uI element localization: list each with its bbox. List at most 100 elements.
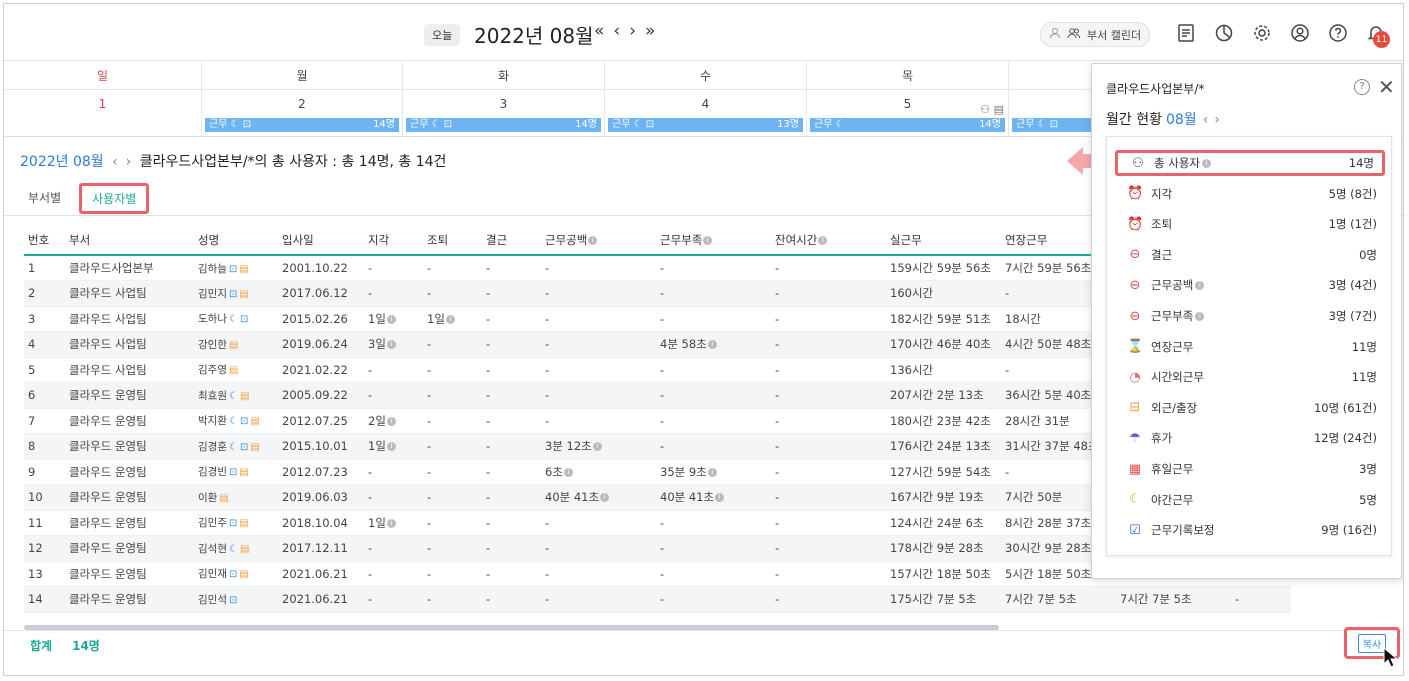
first-month-button[interactable]: « bbox=[594, 21, 613, 41]
table-cell: 1 bbox=[24, 255, 65, 281]
table-cell: - bbox=[771, 280, 886, 307]
col-header[interactable]: 결근 bbox=[482, 225, 541, 256]
help-icon[interactable] bbox=[1326, 21, 1350, 45]
col-header[interactable]: 부서 bbox=[65, 225, 194, 256]
work-bar[interactable]: 근무 ☾ 14명 bbox=[810, 118, 1005, 132]
cell-value: 1일 bbox=[368, 311, 386, 326]
info-icon[interactable]: i bbox=[386, 314, 396, 324]
status-item[interactable]: ⊖ 근무부족 i 3명 (7건) bbox=[1115, 303, 1385, 329]
col-header[interactable]: 번호 bbox=[24, 225, 65, 256]
table-cell: - bbox=[1231, 586, 1291, 613]
month-chevron-icons[interactable]: ‹› bbox=[1203, 112, 1226, 128]
info-icon[interactable]: i bbox=[707, 340, 717, 350]
next-chevron-icon[interactable]: › bbox=[126, 154, 132, 170]
tab-by-department[interactable]: 부서별 bbox=[20, 183, 69, 214]
pie-chart-icon[interactable] bbox=[1212, 21, 1236, 45]
col-header[interactable]: 근무공백 i bbox=[541, 225, 656, 256]
profile-icon[interactable] bbox=[1288, 21, 1312, 45]
cell-value: 클라우드 운영팀 bbox=[69, 388, 147, 403]
calendar-day[interactable]: 일 1 bbox=[4, 62, 202, 136]
info-icon[interactable]: i bbox=[592, 442, 602, 452]
status-item[interactable]: ⊖ 근무공백 i 3명 (4건) bbox=[1115, 272, 1385, 298]
calendar-day[interactable]: 목 5 ⚇ ▤ 근무 ☾ 14명 bbox=[807, 62, 1009, 136]
document-list-icon[interactable] bbox=[1174, 21, 1198, 45]
table-row[interactable]: 14 클라우드 운영팀 김민석 ⊡ 2021.06.21 - - - - - - 175시간 7분 5… bbox=[24, 586, 1291, 613]
close-icon[interactable]: ✕ bbox=[1378, 75, 1395, 99]
cell-value: 5시간 18분 50초 bbox=[1005, 566, 1092, 581]
info-icon[interactable]: i bbox=[588, 235, 598, 245]
gear-icon[interactable] bbox=[1250, 21, 1274, 45]
cell-value: - bbox=[545, 261, 550, 275]
status-item-label-group: ▦ 휴일근무 bbox=[1127, 461, 1193, 477]
work-bar[interactable]: 근무 ☾ ⊡ 13명 bbox=[608, 118, 803, 132]
status-item[interactable]: ▦ 휴일근무 3명 bbox=[1115, 456, 1385, 482]
table-cell: - bbox=[482, 433, 541, 460]
col-header[interactable]: 잔여시간 i bbox=[771, 225, 886, 256]
cell-value: 18시간 bbox=[1005, 311, 1041, 326]
status-item[interactable]: ⊖ 결근 0명 bbox=[1115, 242, 1385, 268]
table-cell: 167시간 9분 19초 bbox=[886, 484, 1001, 511]
status-item[interactable]: ☾ 야간근무 5명 bbox=[1115, 487, 1385, 513]
today-button[interactable]: 오늘 bbox=[424, 24, 461, 46]
cell-value: - bbox=[775, 311, 780, 326]
info-icon[interactable]: i bbox=[386, 416, 396, 426]
table-cell: - bbox=[541, 510, 656, 536]
info-icon[interactable]: i bbox=[386, 518, 396, 528]
status-item[interactable]: ⌛ 연장근무 11명 bbox=[1115, 334, 1385, 360]
info-icon[interactable]: i bbox=[703, 235, 713, 245]
cell-value: 김민주 bbox=[198, 517, 227, 530]
info-icon[interactable]: i bbox=[563, 467, 573, 477]
info-icon[interactable]: i bbox=[386, 442, 396, 452]
status-item[interactable]: ⏰ 지각 5명 (8건) bbox=[1115, 181, 1385, 207]
help-icon[interactable]: ? bbox=[1354, 79, 1370, 95]
cell-value: 김민지 bbox=[198, 287, 227, 300]
col-header[interactable]: 근무부족 i bbox=[656, 225, 771, 256]
table-cell: - bbox=[482, 331, 541, 358]
weekday-label: 월 bbox=[202, 62, 402, 90]
info-icon[interactable]: i bbox=[707, 467, 717, 477]
col-header[interactable]: 실근무 bbox=[886, 225, 1001, 256]
cell-value: - bbox=[1005, 286, 1010, 301]
prev-chevron-icon[interactable]: ‹ bbox=[112, 154, 118, 170]
info-icon[interactable]: i bbox=[1201, 158, 1211, 168]
status-item[interactable]: ☂ 휴가 12명 (24건) bbox=[1115, 425, 1385, 451]
info-icon[interactable]: i bbox=[818, 235, 828, 245]
cell-value: 2001.10.22 bbox=[282, 261, 348, 275]
table-cell: 3 bbox=[24, 306, 65, 332]
status-item[interactable]: ☑ 근무기록보정 9명 (16건) bbox=[1115, 517, 1385, 543]
info-icon[interactable]: i bbox=[1195, 311, 1205, 321]
cell-value: 167시간 9분 19초 bbox=[890, 490, 984, 505]
info-icon[interactable]: i bbox=[715, 493, 725, 503]
work-bar[interactable]: 근무 ☾ ⊡ 14명 bbox=[205, 118, 399, 132]
prev-month-button[interactable]: ‹ bbox=[613, 21, 629, 41]
status-item[interactable]: ⏰ 조퇴 1명 (1건) bbox=[1115, 211, 1385, 237]
calendar-day[interactable]: 수 4 근무 ☾ ⊡ 13명 bbox=[605, 62, 807, 136]
info-icon[interactable]: i bbox=[600, 493, 610, 503]
cell-value: 160시간 bbox=[890, 286, 934, 301]
clipboard-icon: ⊡ bbox=[228, 569, 238, 581]
status-item-label: 외근/출장 bbox=[1151, 400, 1198, 415]
next-month-button[interactable]: › bbox=[629, 21, 645, 41]
tab-by-user[interactable]: 사용자별 bbox=[79, 183, 150, 214]
info-icon[interactable]: i bbox=[445, 314, 455, 324]
col-header[interactable]: 조퇴 bbox=[423, 225, 482, 256]
last-month-button[interactable]: » bbox=[645, 21, 664, 41]
table-cell: 180시간 23분 42초 bbox=[886, 408, 1001, 434]
cell-value: 157시간 18분 50초 bbox=[890, 566, 991, 581]
work-bar[interactable]: 근무 ☾ ⊡ 14명 bbox=[406, 118, 601, 132]
info-icon[interactable]: i bbox=[386, 340, 396, 350]
col-header[interactable]: 성명 bbox=[194, 225, 278, 256]
col-header[interactable]: 입사일 bbox=[278, 225, 364, 256]
info-icon[interactable]: i bbox=[1195, 280, 1205, 290]
table-cell: - bbox=[364, 382, 423, 409]
calendar-day[interactable]: 화 3 근무 ☾ ⊡ 14명 bbox=[403, 62, 605, 136]
calendar-day[interactable]: 월 2 근무 ☾ ⊡ 14명 bbox=[202, 62, 403, 136]
status-item[interactable]: ◔ 시간외근무 11명 bbox=[1115, 364, 1385, 390]
cell-value: 1일 bbox=[368, 439, 386, 454]
dept-calendar-toggle[interactable]: 부서 캘린더 bbox=[1040, 22, 1151, 47]
status-item[interactable]: ⚇ 총 사용자 i 14명 bbox=[1115, 150, 1385, 176]
cell-value: - bbox=[775, 337, 780, 352]
col-header[interactable]: 지각 bbox=[364, 225, 423, 256]
table-cell: - bbox=[656, 535, 771, 562]
status-item[interactable]: ⊟ 외근/출장 10명 (61건) bbox=[1115, 395, 1385, 421]
